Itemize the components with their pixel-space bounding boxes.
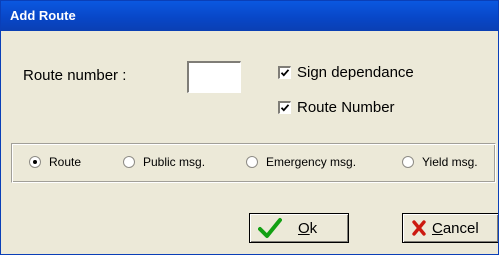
- ok-button[interactable]: Ok: [249, 213, 349, 243]
- radio-selected-dot: [33, 160, 37, 164]
- radio-public-msg[interactable]: Public msg.: [123, 155, 205, 169]
- window-title: Add Route: [10, 8, 76, 23]
- radio-yield-msg[interactable]: Yield msg.: [402, 155, 478, 169]
- radio-emergency-msg[interactable]: Emergency msg.: [246, 155, 356, 169]
- checkbox-box[interactable]: [278, 101, 291, 114]
- sign-dependance-label: Sign dependance: [297, 64, 414, 81]
- red-x-icon: [412, 220, 426, 236]
- checkbox-box[interactable]: [278, 66, 291, 79]
- route-number-checkbox-label: Route Number: [297, 99, 395, 116]
- radio-button[interactable]: [246, 156, 258, 168]
- title-bar[interactable]: Add Route: [1, 1, 498, 31]
- ok-label: Ok: [298, 219, 318, 237]
- radio-route[interactable]: Route: [29, 155, 81, 169]
- add-route-dialog: Add Route Route number : Sign dependance…: [0, 0, 499, 255]
- sign-dependance-checkbox[interactable]: Sign dependance: [278, 64, 414, 81]
- route-number-label: Route number :: [23, 67, 127, 84]
- radio-public-msg-label: Public msg.: [143, 155, 206, 169]
- radio-emergency-msg-label: Emergency msg.: [266, 155, 357, 169]
- radio-button[interactable]: [402, 156, 414, 168]
- radio-button[interactable]: [29, 156, 41, 168]
- radio-yield-msg-label: Yield msg.: [422, 155, 478, 169]
- radio-button[interactable]: [123, 156, 135, 168]
- cancel-label: Cancel: [432, 219, 479, 237]
- green-check-icon: [258, 217, 282, 239]
- route-number-input[interactable]: [187, 61, 241, 93]
- route-number-checkbox[interactable]: Route Number: [278, 99, 395, 116]
- checkmark-icon: [280, 104, 290, 112]
- cancel-button[interactable]: Cancel: [402, 213, 498, 243]
- radio-route-label: Route: [49, 155, 82, 169]
- checkmark-icon: [280, 69, 290, 77]
